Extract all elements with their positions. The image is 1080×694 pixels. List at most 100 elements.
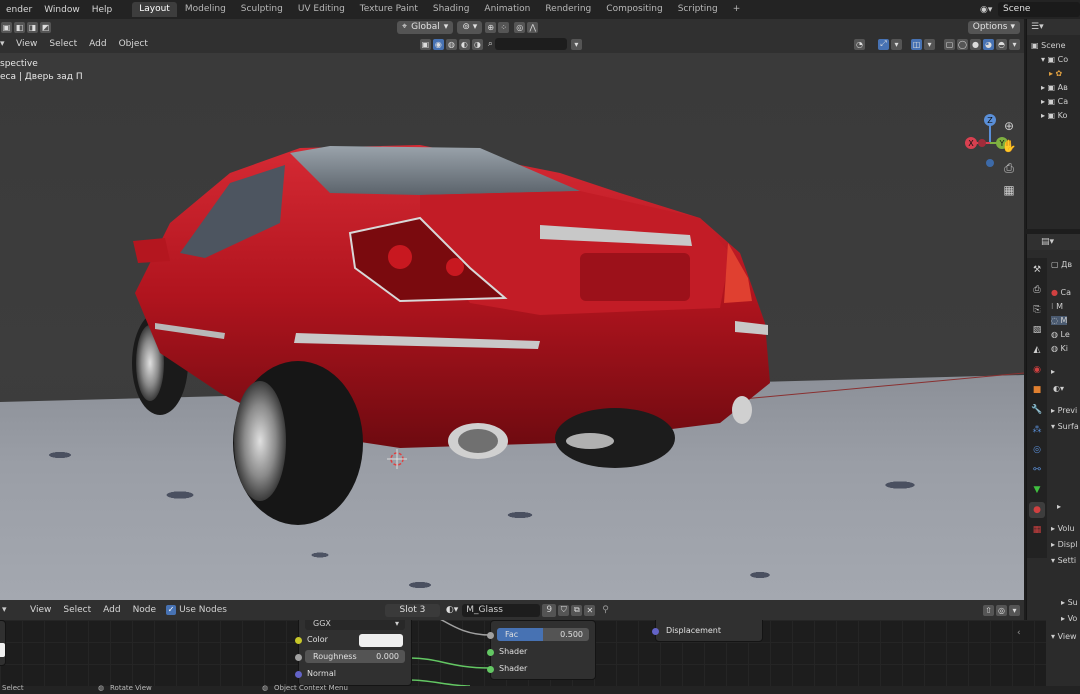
select-extend-icon[interactable]: ◧: [14, 21, 25, 33]
outliner-editor-icon[interactable]: ☰▾: [1031, 22, 1044, 32]
fac-field[interactable]: Fac 0.500: [497, 628, 589, 641]
roughness-input-socket[interactable]: [295, 654, 302, 661]
particles-tab-icon[interactable]: ⁂: [1029, 422, 1045, 438]
outliner-row[interactable]: ▸ ▣ Ko: [1027, 109, 1080, 123]
chevron-down-icon[interactable]: ▾: [924, 38, 935, 50]
gizmo-neg-z[interactable]: [986, 159, 994, 167]
node-mix-shader[interactable]: Fac 0.500 Shader Shader: [487, 620, 596, 680]
menu-object[interactable]: Object: [113, 39, 154, 49]
render-tab-icon[interactable]: ⎙: [1029, 282, 1045, 298]
material-slot[interactable]: ◍ Ki: [1051, 344, 1068, 353]
section-displacement[interactable]: ▸ Displ: [1051, 540, 1077, 549]
slot-dropdown[interactable]: Slot 3: [384, 603, 440, 617]
fac-input-socket[interactable]: [487, 632, 494, 639]
constraints-tab-icon[interactable]: ⚯: [1029, 462, 1045, 478]
material-slot[interactable]: ◍ Le: [1051, 330, 1070, 339]
section-preview[interactable]: ▸ Previ: [1051, 406, 1077, 415]
select-intersect-icon[interactable]: ◩: [40, 21, 51, 33]
data-tab-icon[interactable]: ▼: [1029, 482, 1045, 498]
filter-empty-icon[interactable]: ◑: [471, 38, 483, 50]
gizmo-toggle-icon[interactable]: ⤢: [878, 38, 889, 50]
node-menu-node[interactable]: Node: [127, 605, 163, 615]
transform-orientation-dropdown[interactable]: ⌖ Global ▾: [397, 20, 454, 34]
tab-sculpting[interactable]: Sculpting: [234, 2, 290, 17]
modifier-tab-icon[interactable]: 🔧: [1029, 402, 1045, 418]
select-subtract-icon[interactable]: ◨: [27, 21, 38, 33]
3d-cursor-icon[interactable]: [387, 449, 407, 469]
node-menu-add[interactable]: Add: [97, 605, 126, 615]
menu-render[interactable]: ender: [0, 5, 38, 15]
menu-window[interactable]: Window: [38, 5, 86, 15]
gizmo-neg-x[interactable]: [978, 139, 986, 147]
world-tab-icon[interactable]: ◉: [1029, 362, 1045, 378]
zoom-icon[interactable]: ⊕: [1000, 117, 1018, 135]
snap-icon[interactable]: ⊕: [485, 21, 497, 33]
user-count-badge[interactable]: 9: [542, 603, 557, 617]
color-swatch[interactable]: [0, 643, 5, 657]
tab-scripting[interactable]: Scripting: [671, 2, 725, 17]
texture-tab-icon[interactable]: ▦: [1029, 522, 1045, 538]
material-slot-selected[interactable]: ◌ M: [1051, 316, 1068, 325]
node-menu-view[interactable]: View: [24, 605, 57, 615]
add-workspace-button[interactable]: +: [726, 2, 748, 17]
options-dropdown[interactable]: Options ▾: [967, 20, 1020, 34]
node-glossy-bsdf[interactable]: GGX ▾ Color Roughness 0.000 Normal: [295, 620, 412, 686]
material-tab-icon[interactable]: ●: [1029, 502, 1045, 518]
chevron-down-icon[interactable]: ▾: [570, 38, 582, 50]
material-slot[interactable]: ● Ca: [1051, 288, 1071, 297]
select-box-icon[interactable]: ▣: [1, 21, 12, 33]
material-name-field[interactable]: M_Glass: [462, 603, 541, 617]
duplicate-icon[interactable]: ⧉: [571, 604, 583, 616]
editor-type-icon[interactable]: ▾: [0, 605, 14, 615]
visibility-icon[interactable]: ◔: [854, 38, 865, 50]
normal-input-socket[interactable]: [295, 671, 302, 678]
pan-hand-icon[interactable]: ✋: [1000, 137, 1018, 155]
camera-icon[interactable]: ⎙: [1000, 159, 1018, 177]
filter-all-icon[interactable]: ▣: [419, 38, 431, 50]
outliner-row[interactable]: ▸ ▣ Ав: [1027, 81, 1080, 95]
menu-help[interactable]: Help: [86, 5, 119, 15]
tab-layout[interactable]: Layout: [132, 2, 177, 17]
output-tab-icon[interactable]: ⎘: [1029, 302, 1045, 318]
expand-icon[interactable]: ▸: [1057, 502, 1061, 511]
outliner-row-scene[interactable]: ▣ Scene: [1027, 39, 1080, 53]
tab-compositing[interactable]: Compositing: [599, 2, 669, 17]
editor-type-icon[interactable]: ▾: [0, 39, 10, 49]
material-sphere-icon[interactable]: ◐▾: [446, 605, 458, 615]
tab-uv-editing[interactable]: UV Editing: [291, 2, 352, 17]
unlink-icon[interactable]: ✕: [584, 604, 596, 616]
physics-tab-icon[interactable]: ◎: [1029, 442, 1045, 458]
chevron-down-icon[interactable]: ▾: [891, 38, 902, 50]
distribution-dropdown[interactable]: GGX ▾: [305, 620, 405, 630]
tab-texture-paint[interactable]: Texture Paint: [353, 2, 425, 17]
expand-icon[interactable]: ▸: [1051, 367, 1055, 376]
material-browse-dropdown[interactable]: ◐▾: [1053, 384, 1064, 393]
section-settings[interactable]: ▾ Setti: [1051, 556, 1076, 565]
node-partial[interactable]: [0, 620, 6, 666]
menu-add[interactable]: Add: [83, 39, 112, 49]
node-editor-canvas[interactable]: GGX ▾ Color Roughness 0.000 Normal Fac 0…: [0, 620, 1046, 686]
roughness-field[interactable]: Roughness 0.000: [305, 650, 405, 663]
tab-shading[interactable]: Shading: [426, 2, 477, 17]
properties-editor-icon[interactable]: ▤▾: [1041, 237, 1054, 247]
outliner-row[interactable]: ▸ ▣ Ca: [1027, 95, 1080, 109]
shading-material-icon[interactable]: ◕: [983, 38, 994, 50]
object-tab-icon[interactable]: ■: [1029, 382, 1045, 398]
filter-light-icon[interactable]: ◍: [445, 38, 457, 50]
tab-animation[interactable]: Animation: [477, 2, 537, 17]
scene-selector[interactable]: ◉▾ Scene: [980, 2, 1080, 17]
pivot-point-dropdown[interactable]: ⊚ ▾: [457, 20, 483, 34]
snap-node-icon[interactable]: ◎: [996, 604, 1007, 616]
filter-camera-icon[interactable]: ◐: [458, 38, 470, 50]
shader-input-socket-2[interactable]: [487, 666, 494, 673]
snap-target-icon[interactable]: ⁘: [498, 21, 510, 33]
displacement-input-socket[interactable]: [652, 628, 659, 635]
fake-user-icon[interactable]: ⛉: [558, 604, 570, 616]
scene-tab-icon[interactable]: ◭: [1029, 342, 1045, 358]
scene-name-field[interactable]: Scene: [998, 2, 1080, 17]
proportional-edit-icon[interactable]: ◎: [514, 21, 526, 33]
3d-viewport[interactable]: spective еса | Дверь зад П Z Y X ⊕ ✋ ⎙ ▦: [0, 53, 1024, 600]
xray-icon[interactable]: ▢: [944, 38, 955, 50]
outliner-row[interactable]: ▸ ✿: [1027, 67, 1080, 81]
filter-mesh-icon[interactable]: ◉: [432, 38, 444, 50]
